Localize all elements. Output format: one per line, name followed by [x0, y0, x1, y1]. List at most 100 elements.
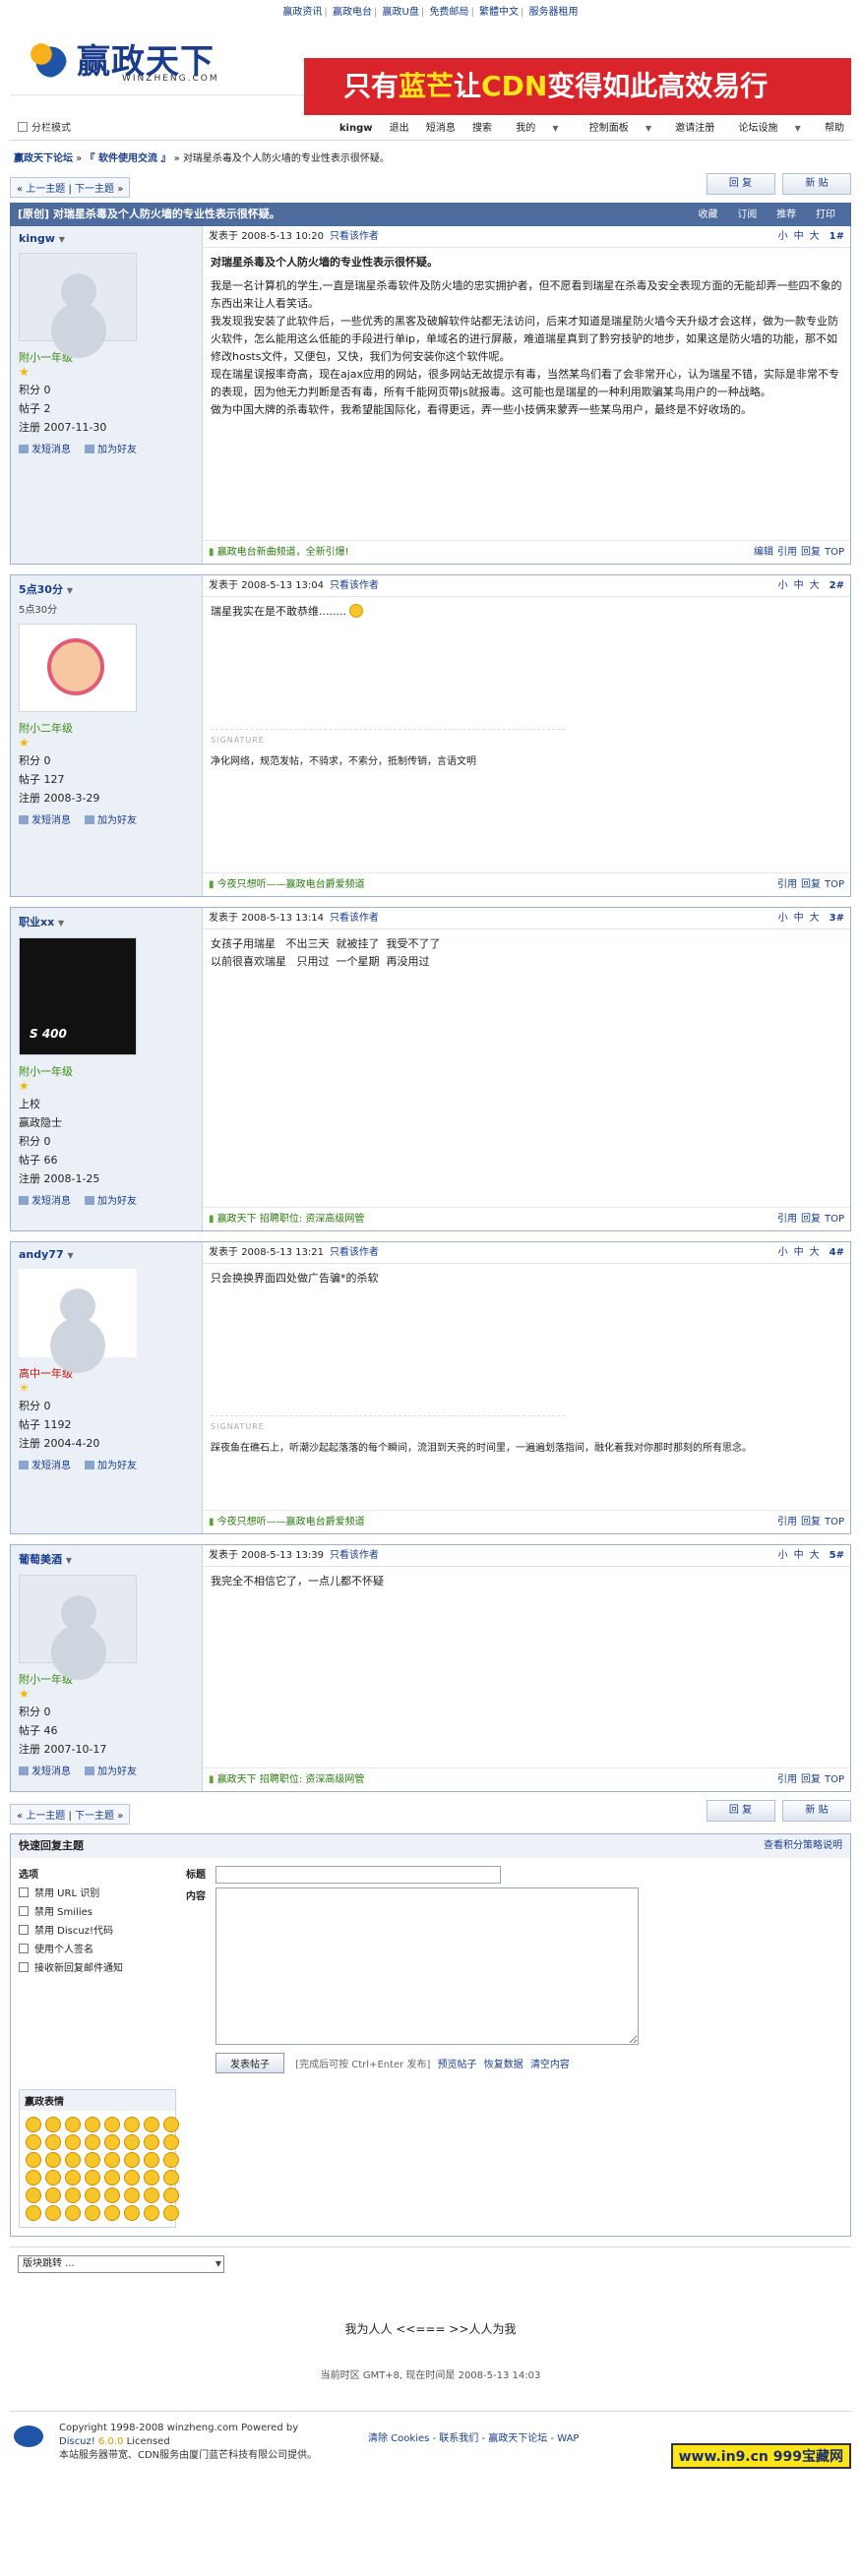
smiley-icon[interactable] [124, 2134, 140, 2150]
option-disable-url[interactable]: 禁用 URL 识别 [19, 1885, 186, 1899]
author-name[interactable]: kingw ▼ [19, 232, 194, 245]
post-floor[interactable]: 1# [830, 231, 844, 242]
top-link[interactable]: TOP [825, 879, 844, 890]
smiley-icon[interactable] [45, 2152, 61, 2168]
font-large[interactable]: 大 [810, 231, 820, 242]
smiley-icon[interactable] [163, 2187, 179, 2203]
top-link[interactable]: 服务器租用 [529, 7, 579, 18]
smiley-icon[interactable] [104, 2170, 120, 2186]
smiley-icon[interactable] [45, 2205, 61, 2221]
post-ad-link[interactable]: 赢政天下 招聘职位: 资深高级网管 [209, 1768, 365, 1791]
font-large[interactable]: 大 [810, 1247, 820, 1258]
prev-thread-link[interactable]: 上一主题 [26, 1811, 65, 1822]
send-message-link[interactable]: 发短消息 [19, 445, 71, 455]
smiley-icon[interactable] [124, 2117, 140, 2132]
add-friend-link[interactable]: 加为好友 [85, 1767, 137, 1777]
add-friend-link[interactable]: 加为好友 [85, 1461, 137, 1471]
smiley-icon[interactable] [124, 2187, 140, 2203]
ad-banner[interactable]: 只有蓝芒让CDN变得如此高效易行 [304, 58, 851, 115]
top-link[interactable]: 免费邮局 [429, 7, 468, 18]
author-name[interactable]: andy77 ▼ [19, 1248, 194, 1261]
credit-rules-link[interactable]: 查看积分策略说明 [764, 1834, 842, 1858]
font-small[interactable]: 小 [778, 580, 788, 591]
option-disable-smilies[interactable]: 禁用 Smilies [19, 1903, 186, 1918]
font-large[interactable]: 大 [810, 913, 820, 924]
smiley-icon[interactable] [85, 2205, 100, 2221]
favorite-link[interactable]: 收藏 [690, 210, 725, 220]
font-large[interactable]: 大 [810, 580, 820, 591]
submit-post-button[interactable]: 发表帖子 [215, 2053, 284, 2073]
smiley-icon[interactable] [85, 2187, 100, 2203]
smiley-icon[interactable] [163, 2205, 179, 2221]
smiley-icon[interactable] [26, 2205, 41, 2221]
option-use-signature[interactable]: 使用个人签名 [19, 1941, 186, 1955]
smiley-icon[interactable] [104, 2187, 120, 2203]
reply-title-input[interactable] [215, 1866, 501, 1884]
post-ad-link[interactable]: 今夜只想听——赢政电台爵爱频道 [209, 873, 365, 896]
only-author-link[interactable]: 只看该作者 [330, 913, 379, 924]
only-author-link[interactable]: 只看该作者 [330, 1550, 379, 1561]
top-link[interactable]: 赢政电台 [333, 7, 372, 18]
post-floor[interactable]: 5# [830, 1550, 844, 1561]
smiley-icon[interactable] [45, 2117, 61, 2132]
author-name[interactable]: 5点30分 ▼ [19, 581, 194, 597]
smiley-icon[interactable] [124, 2170, 140, 2186]
reply-button[interactable]: 回 复 [706, 1800, 775, 1822]
send-message-link[interactable]: 发短消息 [19, 815, 71, 826]
nav-tools[interactable]: 论坛设施 ▼ [724, 123, 814, 134]
next-thread-link[interactable]: 下一主题 [75, 1811, 114, 1822]
checkbox[interactable] [19, 1962, 29, 1972]
smiley-icon[interactable] [85, 2117, 100, 2132]
font-medium[interactable]: 中 [794, 1550, 804, 1561]
option-disable-discuz[interactable]: 禁用 Discuz!代码 [19, 1922, 186, 1937]
option-email-notify[interactable]: 接收新回复邮件通知 [19, 1959, 186, 1974]
checkbox[interactable] [19, 1925, 29, 1935]
author-name[interactable]: 职业xx ▼ [19, 914, 194, 929]
breadcrumb-forum[interactable]: 赢政天下论坛 [14, 153, 73, 164]
smiley-icon[interactable] [124, 2205, 140, 2221]
post-floor[interactable]: 3# [830, 913, 844, 924]
smiley-icon[interactable] [65, 2152, 81, 2168]
add-friend-link[interactable]: 加为好友 [85, 445, 137, 455]
checkbox[interactable] [19, 1944, 29, 1953]
post-floor[interactable]: 4# [830, 1247, 844, 1258]
smiley-icon[interactable] [163, 2117, 179, 2132]
font-small[interactable]: 小 [778, 1247, 788, 1258]
breadcrumb-section[interactable]: 『 软件使用交流 』 [85, 153, 170, 164]
restore-link[interactable]: 恢复数据 [484, 2060, 523, 2070]
font-medium[interactable]: 中 [794, 913, 804, 924]
smiley-icon[interactable] [26, 2117, 41, 2132]
clear-link[interactable]: 清空内容 [530, 2060, 570, 2070]
prev-thread-link[interactable]: 上一主题 [26, 184, 65, 195]
new-thread-button[interactable]: 新 贴 [782, 1800, 851, 1822]
smiley-icon[interactable] [124, 2152, 140, 2168]
nav-search[interactable]: 搜索 [465, 123, 499, 134]
new-thread-button[interactable]: 新 贴 [782, 173, 851, 195]
smiley-icon[interactable] [104, 2117, 120, 2132]
top-link[interactable]: TOP [825, 1774, 844, 1785]
top-link[interactable]: 赢政U盘 [383, 7, 419, 18]
font-small[interactable]: 小 [778, 1550, 788, 1561]
smiley-icon[interactable] [104, 2152, 120, 2168]
reply-content-textarea[interactable] [215, 1887, 639, 2045]
nav-username[interactable]: kingw [333, 123, 380, 134]
edit-link[interactable]: 编辑 [754, 547, 773, 558]
subscribe-link[interactable]: 订阅 [729, 210, 765, 220]
smiley-icon[interactable] [26, 2134, 41, 2150]
reply-link[interactable]: 回复 [801, 1517, 821, 1528]
only-author-link[interactable]: 只看该作者 [330, 580, 379, 591]
send-message-link[interactable]: 发短消息 [19, 1767, 71, 1777]
reply-button[interactable]: 回 复 [706, 173, 775, 195]
post-ad-link[interactable]: 赢政天下 招聘职位: 资深高级网管 [209, 1208, 365, 1230]
smiley-icon[interactable] [104, 2134, 120, 2150]
reply-link[interactable]: 回复 [801, 1774, 821, 1785]
smiley-icon[interactable] [104, 2205, 120, 2221]
smiley-icon[interactable] [144, 2134, 159, 2150]
reply-link[interactable]: 回复 [801, 1214, 821, 1225]
discuz-link[interactable]: Discuz! [59, 2436, 95, 2447]
smiley-icon[interactable] [144, 2187, 159, 2203]
smiley-icon[interactable] [144, 2170, 159, 2186]
nav-invite[interactable]: 邀请注册 [668, 123, 721, 134]
post-ad-link[interactable]: 赢政电台新曲频道，全新引爆! [209, 541, 349, 564]
smiley-icon[interactable] [144, 2117, 159, 2132]
